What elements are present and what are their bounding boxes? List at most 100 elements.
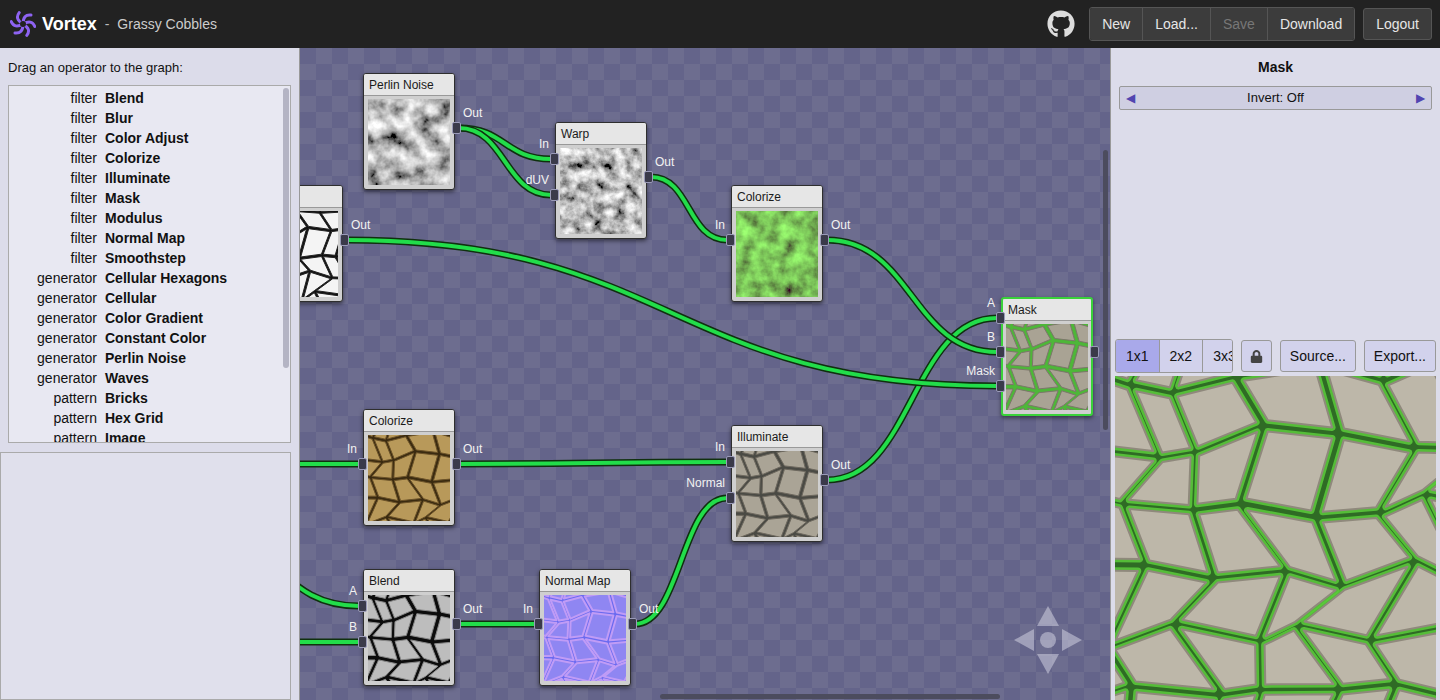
operator-item[interactable]: filterModulus — [9, 209, 290, 229]
tiling-button[interactable]: 2x2 — [1160, 340, 1204, 372]
connection[interactable] — [347, 240, 997, 386]
output-port[interactable] — [340, 234, 349, 246]
operator-item[interactable]: patternBricks — [9, 389, 290, 409]
graph-node[interactable]: Normal Map — [539, 569, 631, 686]
output-port[interactable] — [452, 618, 461, 630]
operator-item[interactable]: filterSmoothstep — [9, 249, 290, 269]
operator-item[interactable]: generatorCellular — [9, 289, 290, 309]
preview-button[interactable]: Source... — [1280, 340, 1356, 372]
input-port[interactable] — [726, 456, 735, 468]
toolbar-button[interactable]: Download — [1268, 8, 1354, 40]
top-bar: Vortex-Grassy CobblesNewLoad...SaveDownl… — [0, 0, 1440, 48]
operator-name: Colorize — [105, 148, 160, 169]
operator-item[interactable]: generatorWaves — [9, 369, 290, 389]
list-scrollbar[interactable] — [283, 88, 289, 368]
app: Vortex-Grassy CobblesNewLoad...SaveDownl… — [0, 0, 1440, 700]
properties-title: Mask — [1111, 48, 1440, 86]
operator-category: generator — [9, 308, 97, 329]
logout-button[interactable]: Logout — [1363, 8, 1432, 40]
input-port[interactable] — [358, 600, 367, 612]
connection[interactable] — [300, 642, 359, 643]
input-port[interactable] — [358, 636, 367, 648]
input-port[interactable] — [726, 492, 735, 504]
tiling-button[interactable]: 3x3 — [1203, 340, 1233, 372]
texture-image — [368, 595, 450, 681]
output-port[interactable] — [1090, 346, 1099, 358]
horizontal-scrollbar[interactable] — [660, 694, 1000, 699]
property-field[interactable]: ◀Invert: Off▶ — [1119, 86, 1432, 110]
operator-category: generator — [9, 348, 97, 369]
graph-node[interactable] — [300, 185, 343, 302]
port-label: Out — [463, 106, 482, 120]
input-port[interactable] — [534, 618, 543, 630]
operator-item[interactable]: filterBlur — [9, 109, 290, 129]
operator-item[interactable]: filterNormal Map — [9, 229, 290, 249]
input-port[interactable] — [726, 234, 735, 246]
lock-button[interactable] — [1241, 340, 1272, 372]
graph-node[interactable]: Blend — [363, 569, 455, 686]
navigation-pad-icon[interactable] — [1008, 600, 1088, 680]
graph-node[interactable]: Warp — [555, 122, 647, 239]
graph-node[interactable]: Colorize — [363, 409, 455, 526]
output-port[interactable] — [820, 234, 829, 246]
output-port[interactable] — [644, 171, 653, 183]
operator-item[interactable]: filterColor Adjust — [9, 129, 290, 149]
output-port[interactable] — [628, 618, 637, 630]
operator-category: generator — [9, 288, 97, 309]
toolbar-button[interactable]: New — [1090, 8, 1143, 40]
operator-item[interactable]: filterMask — [9, 189, 290, 209]
connection[interactable] — [300, 536, 359, 606]
output-port[interactable] — [820, 474, 829, 486]
texture-image — [544, 595, 626, 681]
operator-category: pattern — [9, 408, 97, 429]
input-port[interactable] — [996, 380, 1005, 392]
connection[interactable] — [459, 128, 551, 195]
operator-item[interactable]: filterIlluminate — [9, 169, 290, 189]
operator-name: Perlin Noise — [105, 348, 186, 369]
operator-item[interactable]: patternImage — [9, 429, 290, 443]
vortex-logo-icon — [10, 11, 36, 37]
connection[interactable] — [635, 498, 727, 624]
operator-item[interactable]: filterBlend — [9, 89, 290, 109]
github-icon[interactable] — [1047, 10, 1075, 38]
operator-item[interactable]: generatorColor Gradient — [9, 309, 290, 329]
connection[interactable] — [300, 464, 359, 465]
toolbar-button[interactable]: Save — [1211, 8, 1268, 40]
graph-canvas[interactable]: OutPerlin NoiseOutWarpIndUVOutColorizeIn… — [300, 48, 1110, 700]
graph-node[interactable]: Perlin Noise — [363, 73, 455, 190]
graph-node[interactable]: Mask — [1001, 297, 1093, 416]
graph-node[interactable]: Colorize — [731, 185, 823, 302]
input-port[interactable] — [358, 458, 367, 470]
operator-item[interactable]: generatorCellular Hexagons — [9, 269, 290, 289]
node-title: Normal Map — [540, 570, 630, 592]
operator-category: pattern — [9, 388, 97, 409]
input-port[interactable] — [996, 346, 1005, 358]
port-label: In — [665, 218, 725, 232]
connection[interactable] — [651, 177, 727, 240]
output-port[interactable] — [452, 458, 461, 470]
node-title: Colorize — [364, 410, 454, 432]
operator-item[interactable]: generatorConstant Color — [9, 329, 290, 349]
next-value-button[interactable]: ▶ — [1416, 89, 1425, 107]
input-port[interactable] — [550, 153, 559, 165]
previous-value-button[interactable]: ◀ — [1126, 89, 1135, 107]
operator-item[interactable]: patternHex Grid — [9, 409, 290, 429]
vertical-scrollbar[interactable] — [1103, 150, 1108, 430]
output-port[interactable] — [452, 122, 461, 134]
graph-node[interactable]: Illuminate — [731, 425, 823, 542]
operator-panel: Drag an operator to the graph:filterBlen… — [0, 48, 300, 700]
connection[interactable] — [827, 318, 997, 480]
operator-category: generator — [9, 368, 97, 389]
operator-item[interactable]: filterColorize — [9, 149, 290, 169]
connection[interactable] — [459, 462, 727, 464]
connection[interactable] — [827, 240, 997, 352]
preview-button[interactable]: Export... — [1364, 340, 1436, 372]
properties-panel: Mask◀Invert: Off▶ 1x12x23x3 Source...Expor… — [1110, 48, 1440, 700]
toolbar-button[interactable]: Load... — [1143, 8, 1211, 40]
input-port[interactable] — [996, 312, 1005, 324]
port-label: In — [665, 440, 725, 454]
input-port[interactable] — [550, 189, 559, 201]
operator-item[interactable]: generator Perlin Noise — [9, 349, 290, 369]
tiling-button[interactable]: 1x1 — [1116, 340, 1160, 372]
connection[interactable] — [459, 624, 535, 625]
